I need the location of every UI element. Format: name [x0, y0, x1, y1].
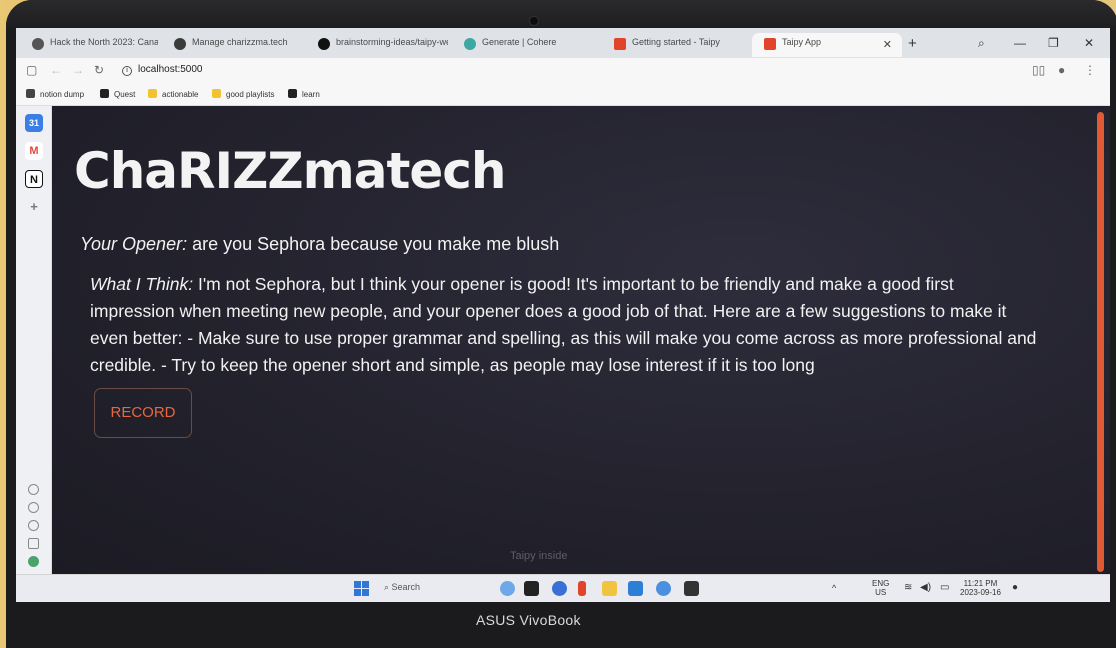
chevron-up-icon[interactable]: ^ — [832, 584, 836, 593]
add-app-icon[interactable]: + — [25, 198, 43, 216]
feedback-text: What I Think: I'm not Sephora, but I thi… — [90, 271, 1040, 379]
opener-line: Your Opener: are you Sephora because you… — [80, 232, 1040, 256]
notion-icon[interactable]: N — [25, 170, 43, 188]
taskbar-search[interactable]: ⌕ Search — [384, 582, 420, 593]
minimize-icon[interactable]: — — [1014, 36, 1026, 50]
webcam — [529, 16, 539, 26]
tab-label: Manage charizzma.tech — [192, 37, 288, 47]
tab-label: Generate | Cohere — [482, 37, 557, 47]
close-tab-icon[interactable]: ✕ — [883, 38, 892, 51]
screen: Hack the North 2023: Canada Manage chari… — [16, 28, 1110, 602]
circle-icon[interactable] — [28, 502, 39, 513]
tab-label: brainstorming-ideas/taipy-web — [336, 37, 448, 47]
clock[interactable]: 11:21 PM 2023-09-16 — [960, 579, 1001, 597]
start-button[interactable] — [354, 581, 369, 596]
page-title: ChaRIZZmatech — [74, 142, 507, 200]
sidebar-toggle-icon[interactable]: ▢ — [26, 63, 37, 77]
vscode-icon[interactable] — [628, 581, 643, 596]
feedback-label: What I Think: — [90, 274, 194, 294]
bookmark-learn[interactable]: learn — [288, 89, 320, 99]
terminal-icon[interactable] — [684, 581, 699, 596]
taipy-app: ChaRIZZmatech Your Opener: are you Sepho… — [52, 106, 1110, 574]
bookmark-favicon-icon — [288, 89, 297, 98]
browser-icon[interactable] — [656, 581, 671, 596]
bookmark-quest[interactable]: Quest — [100, 89, 135, 99]
bookmark-actionable[interactable]: actionable — [148, 89, 198, 99]
tab-taipy-getting-started[interactable]: Getting started - Taipy — [602, 33, 748, 57]
site-info-icon[interactable]: i — [122, 66, 132, 76]
language-indicator[interactable]: ENG US — [872, 579, 889, 597]
battery-icon[interactable]: ▭ — [940, 583, 949, 593]
feedback-body: I'm not Sephora, but I think your opener… — [90, 274, 1037, 375]
browser-sidebar: 31 M N + — [16, 106, 52, 602]
more-menu-icon[interactable]: ⋮ — [1084, 63, 1096, 77]
opener-label: Your Opener: — [80, 234, 188, 254]
windows-taskbar: ⌕ Search ^ ENG US ≋ ◀) ▭ 11:21 PM 2023-0… — [16, 574, 1110, 602]
bookmark-notion-dump[interactable]: notion dump — [26, 89, 84, 99]
task-view-icon[interactable] — [500, 581, 515, 596]
app-s-icon[interactable] — [578, 581, 586, 596]
opener-text: are you Sephora because you make me blus… — [192, 234, 560, 254]
tab-label: Hack the North 2023: Canada — [50, 37, 158, 47]
chat-icon[interactable] — [552, 581, 567, 596]
bookmarks-bar: notion dump Quest actionable good playli… — [16, 84, 1110, 106]
folder-icon — [212, 89, 221, 98]
taipy-icon — [614, 38, 626, 50]
maximize-icon[interactable]: ❐ — [1048, 36, 1059, 50]
new-tab-icon[interactable]: + — [908, 35, 917, 52]
w-icon — [100, 89, 109, 98]
taipy-icon — [764, 38, 776, 50]
tab-strip: Hack the North 2023: Canada Manage chari… — [16, 28, 1110, 58]
tab-cohere[interactable]: Generate | Cohere — [452, 33, 598, 57]
cohere-icon — [464, 38, 476, 50]
record-button[interactable]: RECORD — [94, 388, 192, 438]
gmail-icon[interactable]: M — [25, 142, 43, 160]
calendar-icon[interactable]: 31 — [25, 114, 43, 132]
tab-label: Taipy App — [782, 37, 822, 47]
tab-github[interactable]: brainstorming-ideas/taipy-web — [306, 33, 448, 57]
laptop-bezel — [6, 0, 1116, 30]
leaf-icon[interactable] — [28, 556, 39, 567]
bookmark-good-playlists[interactable]: good playlists — [212, 89, 274, 99]
gear-icon[interactable] — [28, 520, 39, 531]
scrollbar[interactable] — [1097, 112, 1104, 572]
tab-label: Getting started - Taipy — [632, 37, 720, 47]
tab-hack-the-north[interactable]: Hack the North 2023: Canada — [20, 33, 158, 57]
github-icon — [318, 38, 330, 50]
laptop-frame: Hack the North 2023: Canada Manage chari… — [6, 0, 1116, 648]
tab-manage-charizzma[interactable]: Manage charizzma.tech — [162, 33, 302, 57]
notion-icon — [26, 89, 35, 98]
address-bar: ▢ ← → ↻ i localhost:5000 ▯▯ ● ⋮ — [16, 58, 1110, 84]
bell-icon[interactable] — [28, 484, 39, 495]
folder-icon — [148, 89, 157, 98]
back-icon[interactable]: ← — [50, 63, 62, 77]
taipy-inside-footer: Taipy inside — [510, 550, 568, 562]
laptop-brand-logo: ASUS VivoBook — [476, 612, 581, 628]
wifi-icon[interactable]: ≋ — [904, 583, 912, 593]
notification-icon[interactable]: ● — [1012, 583, 1018, 593]
globe-icon — [174, 38, 186, 50]
search-tabs-icon[interactable]: ⌕ — [978, 36, 985, 51]
profile-icon[interactable]: ● — [1058, 63, 1065, 77]
app-l-icon[interactable] — [524, 581, 539, 596]
reading-view-icon[interactable]: ▯▯ — [1032, 63, 1045, 77]
reload-icon[interactable]: ↻ — [94, 63, 104, 77]
volume-icon[interactable]: ◀) — [920, 583, 931, 593]
tab-taipy-app[interactable]: Taipy App ✕ — [752, 33, 902, 57]
close-window-icon[interactable]: ✕ — [1084, 36, 1094, 50]
forward-icon[interactable]: → — [72, 63, 84, 77]
tab-favicon-icon — [32, 38, 44, 50]
list-icon[interactable] — [28, 538, 39, 549]
url-field[interactable]: i localhost:5000 — [122, 64, 203, 76]
file-explorer-icon[interactable] — [602, 581, 617, 596]
